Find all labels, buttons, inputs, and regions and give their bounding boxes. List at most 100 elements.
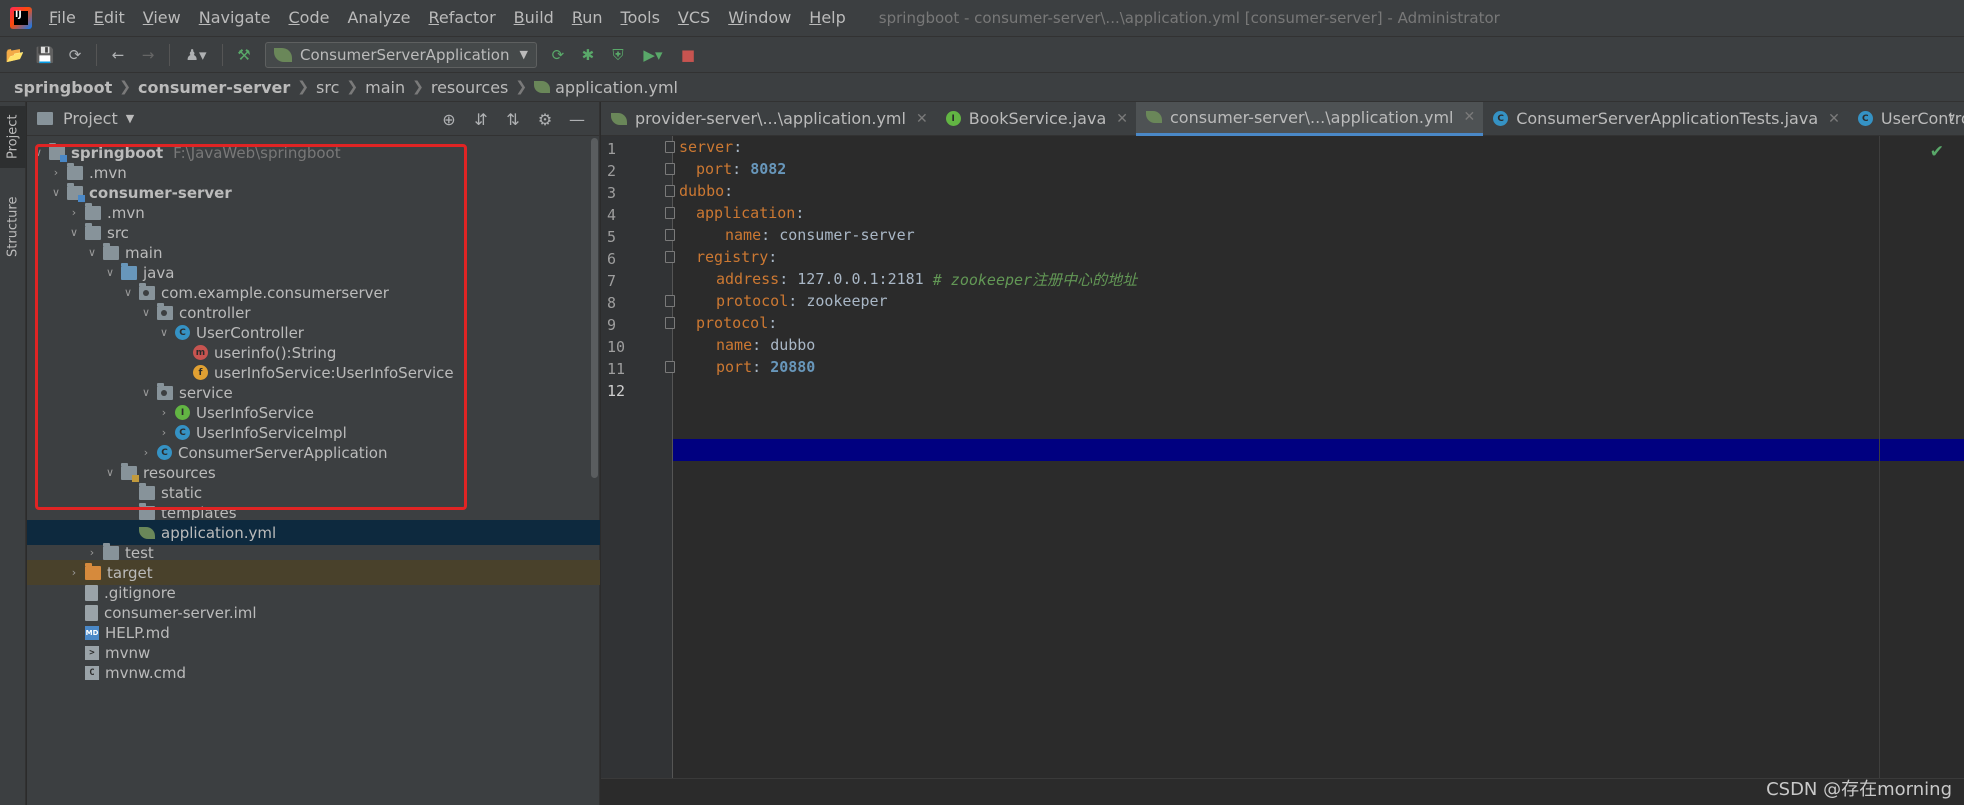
line-number: 12 [607, 382, 626, 400]
editor-horizontal-scrollbar[interactable] [601, 778, 1964, 805]
fold-marker-icon[interactable] [665, 141, 675, 153]
sync-icon[interactable]: ⟳ [60, 41, 90, 69]
menu-build[interactable]: Build [505, 0, 563, 36]
breadcrumb-item[interactable]: src [316, 78, 339, 97]
package-icon [157, 382, 173, 400]
code-editor[interactable]: 1 2 3 4 5 6 7 8 9 10 11 12 server: port:… [601, 136, 1964, 805]
tool-tab-structure-label: Structure [5, 196, 21, 258]
intellij-logo-icon: IJ [10, 7, 32, 29]
project-tree: ∨ springboot F:\JavaWeb\springboot › .mv… [27, 137, 600, 805]
tab-provider-application-yml[interactable]: provider-server\...\application.yml ✕ [601, 102, 936, 136]
folder-icon [139, 482, 155, 500]
menu-view[interactable]: View [134, 0, 190, 36]
tab-consumerserverapplicationtests-java[interactable]: C ConsumerServerApplicationTests.java ✕ [1483, 102, 1848, 136]
chevron-down-icon[interactable]: ∨ [65, 226, 83, 239]
menu-vcs[interactable]: VCS [669, 0, 719, 36]
package-icon [139, 282, 155, 300]
project-view-selector[interactable]: Project [63, 109, 118, 128]
menu-edit[interactable]: Edit [85, 0, 134, 36]
chevron-down-icon[interactable]: ∨ [1947, 110, 1956, 124]
chevron-down-icon[interactable]: ∨ [83, 246, 101, 259]
gear-icon[interactable]: ⚙ [529, 110, 561, 129]
project-tree-scrollbar[interactable] [591, 138, 598, 478]
tool-tab-structure[interactable]: Structure [0, 182, 26, 272]
minimize-icon[interactable]: — [561, 110, 593, 129]
chevron-down-icon[interactable]: ∨ [101, 466, 119, 479]
gitignore-file-icon [85, 584, 98, 601]
class-icon: C [1493, 111, 1509, 126]
chevron-down-icon[interactable]: ∨ [47, 186, 65, 199]
coverage-shield-icon[interactable]: ⛨ [603, 41, 633, 69]
rerun-icon[interactable]: ⟳ [543, 41, 573, 69]
excluded-folder-icon [85, 562, 101, 580]
run-configuration-select[interactable]: ConsumerServerApplication ▼ [265, 41, 537, 68]
tab-consumer-application-yml[interactable]: consumer-server\...\application.yml ✕ [1135, 101, 1484, 136]
build-hammer-icon[interactable]: ⚒ [229, 41, 259, 69]
code-line-5: name: consumer-server [725, 226, 915, 244]
tool-tab-project-label: Project [5, 114, 21, 160]
chevron-right-icon[interactable]: › [155, 426, 173, 439]
menu-navigate[interactable]: Navigate [190, 0, 280, 36]
close-icon[interactable]: ✕ [1828, 111, 1840, 127]
menu-code[interactable]: Code [280, 0, 339, 36]
menu-help[interactable]: Help [800, 0, 854, 36]
menu-file[interactable]: File [40, 0, 85, 36]
forward-arrow-icon[interactable]: → [133, 41, 163, 69]
debug-bug-icon[interactable]: ✱ [573, 41, 603, 69]
save-all-icon[interactable]: 💾 [30, 41, 60, 69]
fold-marker-icon[interactable] [665, 295, 675, 307]
toolbar-divider [222, 43, 223, 66]
fold-marker-icon[interactable] [665, 361, 675, 373]
chevron-down-icon[interactable]: ∨ [29, 146, 47, 159]
fold-marker-icon[interactable] [665, 185, 675, 197]
back-arrow-icon[interactable]: ← [103, 41, 133, 69]
open-folder-icon[interactable]: 📂 [0, 41, 30, 69]
menu-analyze[interactable]: Analyze [338, 0, 419, 36]
fold-marker-icon[interactable] [665, 251, 675, 263]
chevron-right-icon[interactable]: › [137, 446, 155, 459]
line-number: 2 [607, 162, 617, 180]
breadcrumb-item[interactable]: consumer-server [138, 78, 290, 97]
close-icon[interactable]: ✕ [1116, 111, 1128, 127]
fold-marker-icon[interactable] [665, 317, 675, 329]
chevron-down-icon[interactable]: ▼ [126, 112, 134, 125]
breadcrumb-item[interactable]: main [365, 78, 405, 97]
chevron-down-icon[interactable]: ∨ [137, 306, 155, 319]
folder-icon [103, 542, 119, 560]
tree-item-mvnw-cmd[interactable]: C mvnw.cmd [27, 660, 600, 685]
tree-item-label: .gitignore [104, 583, 176, 602]
user-dropdown-icon[interactable]: ♟▾ [176, 41, 216, 69]
breadcrumb-item[interactable]: springboot [14, 78, 112, 97]
tree-item-label: controller [179, 303, 251, 322]
chevron-down-icon[interactable]: ∨ [137, 386, 155, 399]
chevron-down-icon[interactable]: ∨ [101, 266, 119, 279]
tool-tab-project[interactable]: Project [0, 106, 26, 168]
menu-tools[interactable]: Tools [612, 0, 669, 36]
toolbar-divider [96, 43, 97, 66]
menu-refactor[interactable]: Refactor [420, 0, 505, 36]
fold-marker-icon[interactable] [665, 163, 675, 175]
stop-icon[interactable]: ■ [673, 41, 703, 69]
chevron-right-icon[interactable]: › [65, 566, 83, 579]
fold-marker-icon[interactable] [665, 229, 675, 241]
chevron-right-icon[interactable]: › [47, 166, 65, 179]
chevron-right-icon[interactable]: › [65, 206, 83, 219]
chevron-right-icon[interactable]: › [155, 406, 173, 419]
locate-target-icon[interactable]: ⊕ [433, 110, 465, 129]
chevron-down-icon[interactable]: ∨ [119, 286, 137, 299]
breadcrumb-item[interactable]: application.yml [555, 78, 678, 97]
close-icon[interactable]: ✕ [1463, 109, 1475, 125]
chevron-down-icon[interactable]: ∨ [155, 326, 173, 339]
tab-bookservice-java[interactable]: I BookService.java ✕ [936, 102, 1136, 136]
collapse-all-icon[interactable]: ⇅ [497, 110, 529, 129]
line-number: 9 [607, 316, 617, 334]
fold-marker-icon[interactable] [665, 207, 675, 219]
class-icon: C [175, 425, 190, 440]
menu-run[interactable]: Run [563, 0, 612, 36]
menu-window[interactable]: Window [719, 0, 800, 36]
breadcrumb-item[interactable]: resources [431, 78, 509, 97]
close-icon[interactable]: ✕ [916, 111, 928, 127]
profile-run-icon[interactable]: ▶▾ [633, 41, 673, 69]
expand-all-icon[interactable]: ⇵ [465, 110, 497, 129]
chevron-right-icon[interactable]: › [83, 546, 101, 559]
